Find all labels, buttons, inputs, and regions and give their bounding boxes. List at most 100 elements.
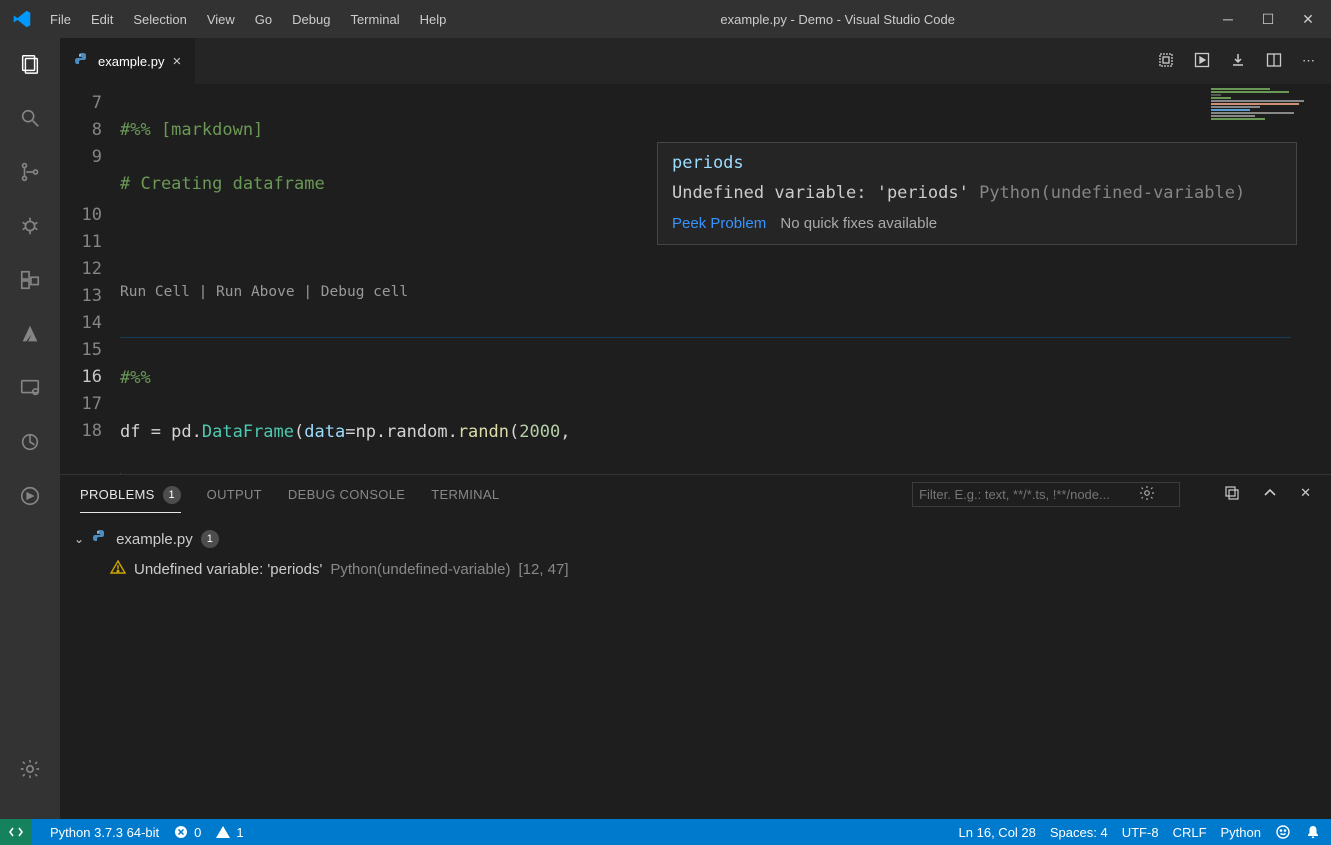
main-area: example.py × ⋯ 7 8 9 10 11 12 13: [0, 38, 1331, 819]
code-text: #%% [markdown]: [120, 120, 263, 140]
problems-filter[interactable]: [912, 482, 1180, 507]
status-indentation[interactable]: Spaces: 4: [1050, 825, 1108, 840]
code-line: df = pd.DataFrame(data=np.random.randn(2…: [120, 419, 1331, 446]
problems-filter-input[interactable]: [919, 487, 1139, 502]
status-feedback-icon[interactable]: [1275, 824, 1291, 840]
line-number: 15: [60, 337, 102, 364]
extensions-icon[interactable]: [16, 266, 44, 294]
panel-tab-output[interactable]: OUTPUT: [207, 487, 262, 502]
explorer-icon[interactable]: [16, 50, 44, 78]
run-cell-icon[interactable]: [1194, 52, 1210, 71]
line-number: 18: [60, 418, 102, 445]
problem-item[interactable]: Undefined variable: 'periods' Python(und…: [74, 553, 1317, 579]
bottom-panel: PROBLEMS 1 OUTPUT DEBUG CONSOLE TERMINAL…: [60, 474, 1331, 819]
hover-title: periods: [672, 153, 1282, 173]
vscode-logo-icon: [8, 8, 36, 30]
panel-tabs: PROBLEMS 1 OUTPUT DEBUG CONSOLE TERMINAL…: [60, 475, 1331, 515]
panel-chevron-up-icon[interactable]: [1262, 485, 1278, 504]
menu-debug[interactable]: Debug: [282, 6, 340, 33]
panel-tab-problems[interactable]: PROBLEMS 1: [80, 486, 181, 513]
status-bar: Python 3.7.3 64-bit 0 1 Ln 16, Col 28 Sp…: [0, 819, 1331, 845]
codelens-row[interactable]: Run Cell | Run Above | Debug cell: [120, 279, 1331, 310]
problems-count-badge: 1: [163, 486, 181, 504]
split-editor-icon[interactable]: [1266, 52, 1282, 71]
menu-go[interactable]: Go: [245, 6, 282, 33]
line-number: 17: [60, 391, 102, 418]
code-text: # Creating dataframe: [120, 174, 325, 194]
line-number: 14: [60, 310, 102, 337]
live-share-icon[interactable]: [16, 482, 44, 510]
panel-tab-terminal[interactable]: TERMINAL: [431, 487, 499, 502]
menu-view[interactable]: View: [197, 6, 245, 33]
activity-bar: [0, 38, 60, 819]
peek-problem-link[interactable]: Peek Problem: [672, 215, 766, 232]
gitlens-icon[interactable]: [16, 428, 44, 456]
menu-edit[interactable]: Edit: [81, 6, 123, 33]
line-number: 9: [60, 144, 102, 171]
status-eol[interactable]: CRLF: [1173, 825, 1207, 840]
problem-message: Undefined variable: 'periods': [134, 561, 322, 578]
problem-location: [12, 47]: [518, 561, 568, 578]
remote-explorer-icon[interactable]: [16, 374, 44, 402]
search-icon[interactable]: [16, 104, 44, 132]
menu-terminal[interactable]: Terminal: [340, 6, 409, 33]
menu-selection[interactable]: Selection: [123, 6, 196, 33]
no-quick-fix-label: No quick fixes available: [780, 215, 937, 232]
line-number: 13: [60, 283, 102, 310]
azure-icon[interactable]: [16, 320, 44, 348]
status-language[interactable]: Python: [1221, 825, 1261, 840]
hover-widget: periods Undefined variable: 'periods' Py…: [657, 142, 1297, 245]
problem-file-count: 1: [201, 530, 219, 548]
settings-gear-icon[interactable]: [16, 755, 44, 783]
python-file-icon: [92, 529, 108, 549]
editor-column: example.py × ⋯ 7 8 9 10 11 12 13: [60, 38, 1331, 819]
tab-example-py[interactable]: example.py ×: [60, 38, 196, 84]
status-warnings[interactable]: 1: [215, 824, 243, 840]
line-number-active: 16: [60, 364, 102, 391]
line-number: 7: [60, 90, 102, 117]
status-cursor-position[interactable]: Ln 16, Col 28: [959, 825, 1036, 840]
line-number: 10: [60, 202, 102, 229]
line-number: 8: [60, 117, 102, 144]
debug-icon[interactable]: [16, 212, 44, 240]
data-viewer-icon[interactable]: [1158, 52, 1174, 71]
window-title: example.py - Demo - Visual Studio Code: [456, 12, 1219, 27]
line-gutter: 7 8 9 10 11 12 13 14 15 16 17 18 19: [60, 84, 120, 474]
editor-tabs: example.py × ⋯: [60, 38, 1331, 84]
close-icon[interactable]: ✕: [1299, 11, 1317, 28]
python-file-icon: [74, 52, 90, 71]
title-bar: File Edit Selection View Go Debug Termin…: [0, 0, 1331, 38]
panel-close-icon[interactable]: ✕: [1300, 485, 1311, 504]
panel-tab-debug-console[interactable]: DEBUG CONSOLE: [288, 487, 405, 502]
editor-body[interactable]: 7 8 9 10 11 12 13 14 15 16 17 18 19 #%% …: [60, 84, 1331, 474]
status-bell-icon[interactable]: [1305, 824, 1321, 840]
code-text: #%%: [120, 368, 151, 388]
window-controls: ─ ☐ ✕: [1219, 11, 1323, 28]
maximize-icon[interactable]: ☐: [1259, 11, 1277, 28]
problem-file-name: example.py: [116, 531, 193, 548]
main-menu: File Edit Selection View Go Debug Termin…: [40, 6, 456, 33]
menu-help[interactable]: Help: [410, 6, 457, 33]
editor-actions: ⋯: [1142, 38, 1331, 84]
panel-actions: ✕: [1224, 485, 1311, 504]
problem-file-row[interactable]: ⌄ example.py 1: [74, 525, 1317, 553]
line-number: 12: [60, 256, 102, 283]
hover-message: Undefined variable: 'periods' Python(und…: [672, 183, 1282, 203]
tab-close-icon[interactable]: ×: [172, 53, 181, 70]
status-python-env[interactable]: Python 3.7.3 64-bit: [50, 825, 159, 840]
problem-source: Python(undefined-variable): [330, 561, 510, 578]
source-control-icon[interactable]: [16, 158, 44, 186]
import-icon[interactable]: [1230, 52, 1246, 71]
problems-list: ⌄ example.py 1 Undefined variable: 'peri…: [60, 515, 1331, 819]
status-errors[interactable]: 0: [173, 824, 201, 840]
chevron-down-icon[interactable]: ⌄: [74, 532, 84, 546]
status-encoding[interactable]: UTF-8: [1122, 825, 1159, 840]
filter-settings-icon[interactable]: [1139, 485, 1155, 504]
line-number: 11: [60, 229, 102, 256]
collapse-all-icon[interactable]: [1224, 485, 1240, 504]
menu-file[interactable]: File: [40, 6, 81, 33]
code-line: index=pd.date_range('2001-01-01', period…: [120, 473, 1331, 474]
remote-indicator[interactable]: [0, 819, 32, 845]
minimize-icon[interactable]: ─: [1219, 11, 1237, 28]
more-actions-icon[interactable]: ⋯: [1302, 53, 1315, 69]
